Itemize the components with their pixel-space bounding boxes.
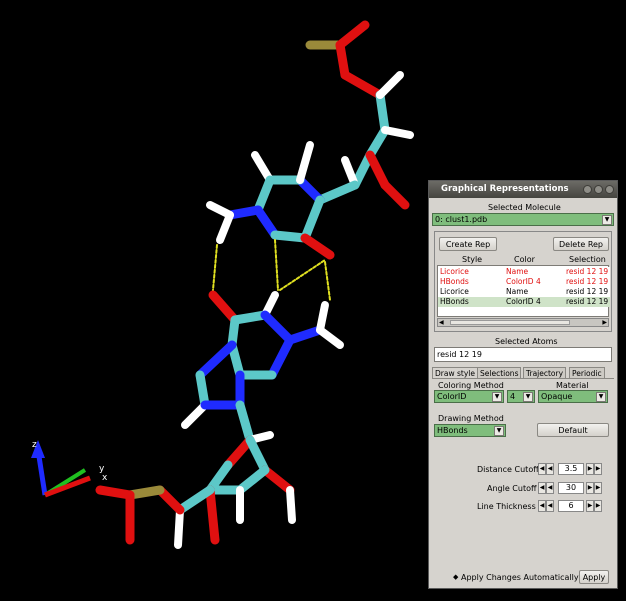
- apply-auto-checkbox[interactable]: ◆: [453, 573, 458, 581]
- table-row[interactable]: HBonds ColorID 4 resid 12 19: [438, 297, 610, 307]
- coloring-method-dropdown[interactable]: ColorID ▼: [434, 390, 504, 403]
- create-rep-button[interactable]: Create Rep: [439, 237, 497, 251]
- window-titlebar[interactable]: Graphical Representations: [429, 181, 617, 198]
- molecule-structure: [95, 20, 414, 549]
- coloring-method-value: ColorID: [437, 392, 467, 401]
- apply-button[interactable]: Apply: [579, 570, 609, 584]
- drawing-method-label: Drawing Method: [438, 414, 504, 423]
- selected-molecule-value: 0: clust1.pdb: [435, 215, 488, 224]
- graphical-representations-window: Graphical Representations Selected Molec…: [428, 180, 618, 589]
- close-icon[interactable]: [605, 185, 614, 194]
- scroll-right-icon[interactable]: ▶: [602, 319, 607, 326]
- scrollbar-thumb[interactable]: [450, 320, 570, 325]
- delete-rep-button[interactable]: Delete Rep: [553, 237, 609, 251]
- increment-icon[interactable]: ▶: [594, 463, 602, 475]
- line-thickness-value[interactable]: 6: [558, 500, 584, 512]
- decrement-icon[interactable]: ◀: [538, 500, 546, 512]
- rep-style: HBonds: [440, 277, 469, 286]
- material-label: Material: [556, 381, 589, 390]
- selected-atoms-input[interactable]: resid 12 19: [434, 347, 612, 362]
- scroll-left-icon[interactable]: ◀: [439, 319, 444, 326]
- axis-z-label: z: [32, 440, 37, 450]
- table-header-style: Style: [462, 255, 483, 264]
- rep-selection: resid 12 19: [566, 287, 608, 296]
- axis-x-label: x: [102, 473, 108, 483]
- maximize-icon[interactable]: [594, 185, 603, 194]
- axes-indicator: z y x: [31, 440, 108, 498]
- rep-selection: resid 12 19 c: [566, 267, 608, 276]
- angle-cutoff-label: Angle Cutoff: [487, 484, 537, 493]
- rep-selection: resid 12 19: [566, 297, 608, 306]
- chevron-down-icon: ▼: [596, 392, 606, 402]
- table-header-color: Color: [514, 255, 535, 264]
- decrement-icon[interactable]: ◀: [538, 463, 546, 475]
- coloring-method-label: Coloring Method: [438, 381, 504, 390]
- step-left-icon[interactable]: ◀: [546, 500, 554, 512]
- drawing-method-value: HBonds: [437, 426, 468, 435]
- distance-cutoff-stepper[interactable]: ◀ ◀ 3.5 ▶ ▶: [538, 463, 610, 475]
- chevron-down-icon: ▼: [492, 392, 502, 402]
- step-left-icon[interactable]: ◀: [546, 463, 554, 475]
- color-id-value: 4: [510, 392, 516, 401]
- table-row[interactable]: HBonds ColorID 4 resid 12 19 c: [438, 277, 610, 287]
- material-dropdown[interactable]: Opaque ▼: [538, 390, 608, 403]
- line-thickness-label: Line Thickness: [477, 502, 536, 511]
- reps-scrollbar[interactable]: ◀ ▶: [437, 318, 609, 327]
- representations-panel: Create Rep Delete Rep Style Color Select…: [434, 231, 612, 332]
- material-value: Opaque: [541, 392, 573, 401]
- chevron-down-icon: ▼: [523, 392, 533, 402]
- rep-color: Name: [506, 287, 529, 296]
- default-button[interactable]: Default: [537, 423, 609, 437]
- selected-molecule-dropdown[interactable]: 0: clust1.pdb ▼: [432, 213, 614, 226]
- chevron-down-icon: ▼: [602, 215, 612, 225]
- decrement-icon[interactable]: ◀: [538, 482, 546, 494]
- rep-style: HBonds: [440, 297, 469, 306]
- chevron-down-icon: ▼: [494, 426, 504, 436]
- rep-color: ColorID 4: [506, 297, 541, 306]
- angle-cutoff-stepper[interactable]: ◀ ◀ 30 ▶ ▶: [538, 482, 610, 494]
- selected-atoms-label: Selected Atoms: [495, 337, 558, 346]
- step-right-icon[interactable]: ▶: [586, 482, 594, 494]
- distance-cutoff-label: Distance Cutoff: [477, 465, 539, 474]
- rep-style: Licorice: [440, 267, 469, 276]
- window-title: Graphical Representations: [441, 184, 569, 194]
- selected-molecule-label: Selected Molecule: [488, 203, 561, 212]
- color-id-dropdown[interactable]: 4 ▼: [507, 390, 535, 403]
- reps-list: Licorice Name resid 12 19 c HBonds Color…: [437, 265, 610, 317]
- rep-selection: resid 12 19 c: [566, 277, 608, 286]
- distance-cutoff-value[interactable]: 3.5: [558, 463, 584, 475]
- rep-style: Licorice: [440, 287, 469, 296]
- rep-color: ColorID 4: [506, 277, 541, 286]
- increment-icon[interactable]: ▶: [594, 500, 602, 512]
- apply-auto-label: Apply Changes Automatically: [461, 573, 579, 582]
- step-left-icon[interactable]: ◀: [546, 482, 554, 494]
- step-right-icon[interactable]: ▶: [586, 463, 594, 475]
- drawing-method-dropdown[interactable]: HBonds ▼: [434, 424, 506, 437]
- angle-cutoff-value[interactable]: 30: [558, 482, 584, 494]
- increment-icon[interactable]: ▶: [594, 482, 602, 494]
- table-row[interactable]: Licorice Name resid 12 19 c: [438, 267, 610, 277]
- tab-divider: [432, 378, 614, 379]
- table-row[interactable]: Licorice Name resid 12 19: [438, 287, 610, 297]
- table-header-selection: Selection: [569, 255, 606, 264]
- line-thickness-stepper[interactable]: ◀ ◀ 6 ▶ ▶: [538, 500, 610, 512]
- minimize-icon[interactable]: [583, 185, 592, 194]
- rep-color: Name: [506, 267, 529, 276]
- step-right-icon[interactable]: ▶: [586, 500, 594, 512]
